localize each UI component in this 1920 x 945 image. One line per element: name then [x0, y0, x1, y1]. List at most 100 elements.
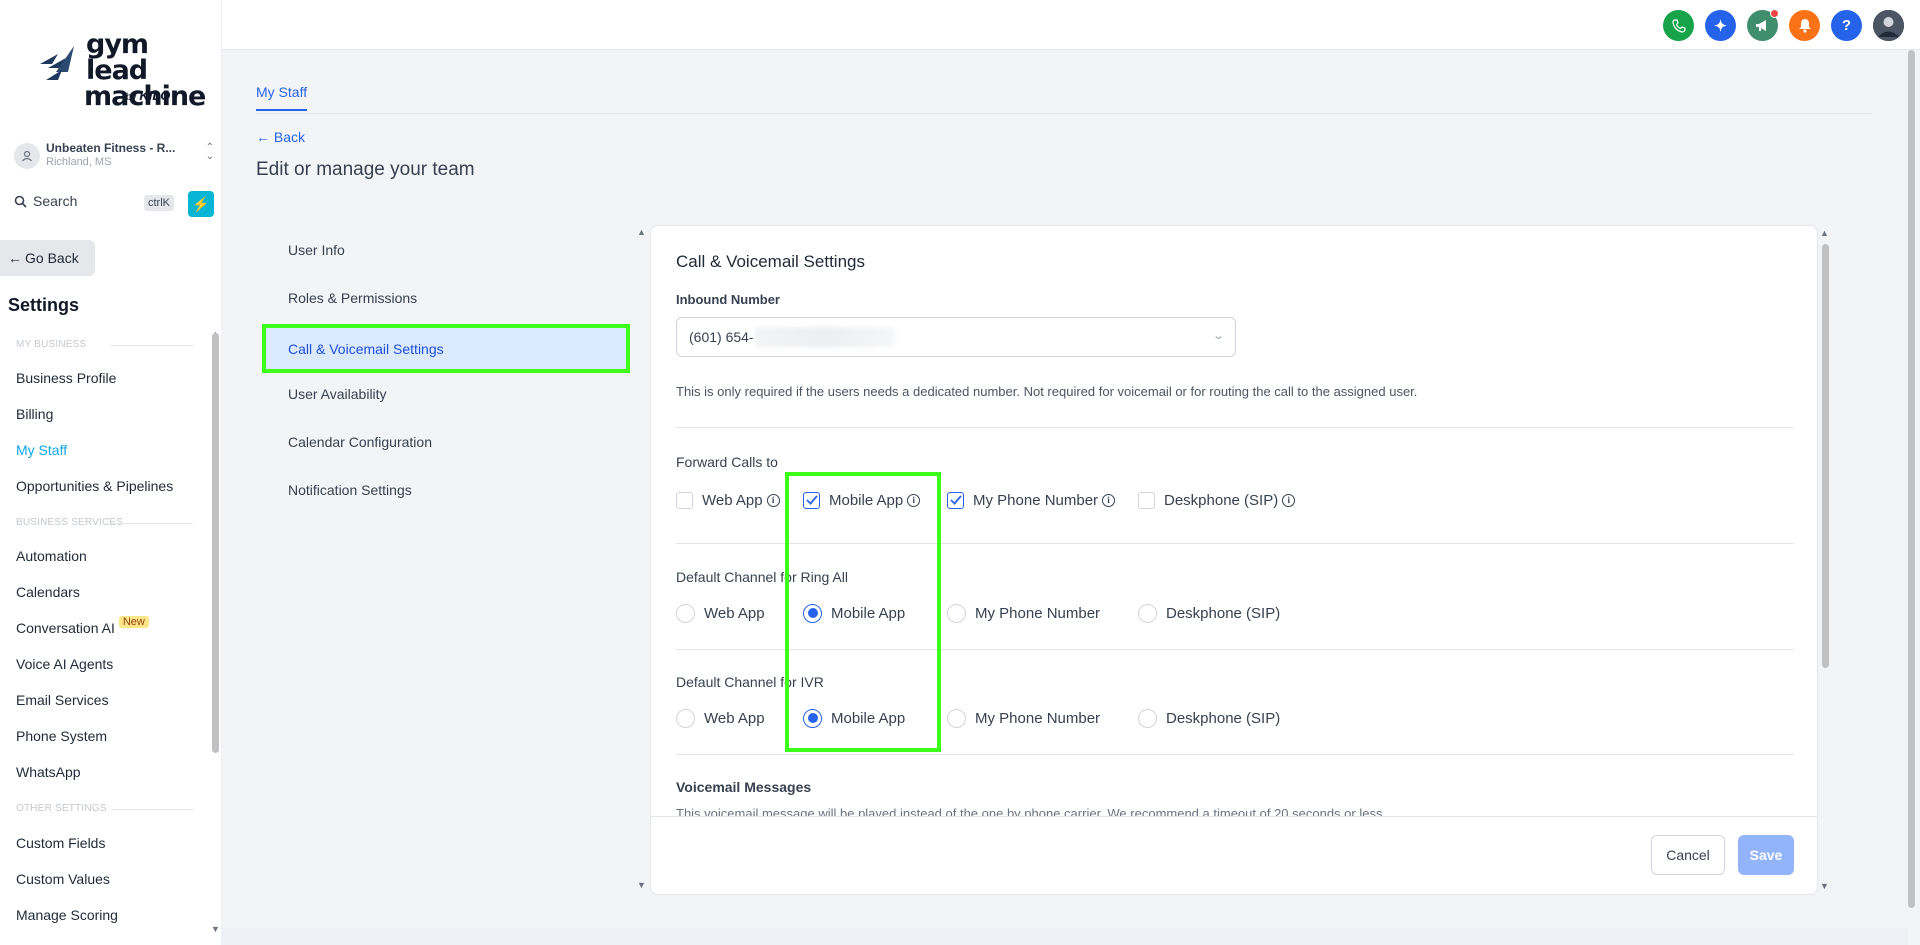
page-scrollbar[interactable]: [1908, 50, 1915, 908]
card-scrollbar[interactable]: [1822, 244, 1829, 668]
sidebar-item-conversation-ai[interactable]: Conversation AI New: [16, 616, 149, 636]
search-bar[interactable]: Search ctrlK ⚡: [14, 191, 216, 219]
info-icon[interactable]: i: [766, 493, 780, 507]
location-avatar-icon: [14, 143, 40, 169]
forward-mobile-app-checkbox[interactable]: Mobile App i: [803, 490, 921, 510]
search-shortcut: ctrlK: [144, 195, 174, 211]
cancel-button[interactable]: Cancel: [1651, 835, 1725, 875]
checkbox-unchecked: [1138, 491, 1155, 509]
logo-mark-icon: [40, 46, 74, 80]
sidebar-item-custom-fields[interactable]: Custom Fields: [16, 835, 105, 851]
nav-group-my-business: MY BUSINESS: [16, 339, 194, 350]
sidebar-item-automation[interactable]: Automation: [16, 548, 87, 564]
location-switcher[interactable]: Unbeaten Fitness - R... Richland, MS ⌃ ⌄: [14, 137, 214, 173]
ring-all-web-app-radio[interactable]: Web App: [676, 603, 765, 623]
divider: [676, 427, 1794, 428]
sidebar-item-email-services[interactable]: Email Services: [16, 692, 109, 708]
scroll-up-arrow-icon[interactable]: ▲: [1820, 228, 1829, 238]
location-name: Unbeaten Fitness - R...: [46, 141, 176, 155]
scroll-up-arrow-icon[interactable]: ▲: [637, 227, 646, 237]
chevron-down-icon: ⌄: [1211, 330, 1225, 342]
forward-calls-label: Forward Calls to: [676, 454, 778, 470]
divider: [676, 754, 1794, 755]
radio-unselected: [1138, 708, 1157, 728]
radio-unselected: [676, 708, 695, 728]
checkbox-checked-icon: [803, 491, 820, 509]
card-footer: Cancel Save: [651, 816, 1817, 894]
ivr-deskphone-sip-radio[interactable]: Deskphone (SIP): [1138, 708, 1280, 728]
help-icon[interactable]: ?: [1831, 10, 1862, 41]
ivr-mobile-app-radio[interactable]: Mobile App: [803, 708, 905, 728]
checkbox-unchecked: [676, 491, 693, 509]
subnav-calendar-configuration[interactable]: Calendar Configuration: [288, 434, 432, 450]
save-button[interactable]: Save: [1738, 835, 1794, 875]
info-icon[interactable]: i: [907, 493, 921, 507]
nav-group-other-settings: OTHER SETTINGS: [16, 803, 193, 814]
phone-icon[interactable]: [1663, 10, 1694, 41]
forward-deskphone-sip-checkbox[interactable]: Deskphone (SIP) i: [1138, 490, 1296, 510]
sidebar: gym lead machine by KILO Unbeaten Fitnes…: [0, 0, 222, 945]
radio-selected: [803, 603, 822, 623]
sidebar-item-manage-scoring[interactable]: Manage Scoring: [16, 907, 118, 923]
tab-my-staff[interactable]: My Staff: [256, 84, 308, 111]
subnav-user-info[interactable]: User Info: [288, 242, 345, 258]
quick-action-bolt-icon[interactable]: ⚡: [188, 191, 214, 217]
sidebar-item-phone-system[interactable]: Phone System: [16, 728, 107, 744]
call-voicemail-card: Call & Voicemail Settings Inbound Number…: [650, 225, 1818, 895]
card-title: Call & Voicemail Settings: [676, 252, 865, 271]
back-link[interactable]: ← Back: [256, 129, 305, 145]
sidebar-item-custom-values[interactable]: Custom Values: [16, 871, 110, 887]
ivr-my-phone-number-radio[interactable]: My Phone Number: [947, 708, 1100, 728]
page-title: Edit or manage your team: [256, 159, 475, 180]
info-icon[interactable]: i: [1282, 493, 1296, 507]
sidebar-item-opportunities[interactable]: Opportunities & Pipelines: [16, 478, 173, 494]
radio-unselected: [947, 603, 966, 623]
sparkle-icon[interactable]: ✦: [1705, 10, 1736, 41]
inbound-number-label: Inbound Number: [676, 292, 780, 307]
ring-all-my-phone-number-radio[interactable]: My Phone Number: [947, 603, 1100, 623]
radio-unselected: [1138, 603, 1157, 623]
inbound-number-value: (601) 654-: [689, 329, 754, 345]
inbound-number-select[interactable]: (601) 654- ⌄: [676, 317, 1236, 357]
sidebar-scrollbar[interactable]: [212, 333, 219, 753]
location-city: Richland, MS: [46, 156, 112, 168]
radio-unselected: [676, 603, 695, 623]
ivr-label: Default Channel for IVR: [676, 674, 824, 690]
forward-my-phone-number-checkbox[interactable]: My Phone Number i: [947, 490, 1116, 510]
notification-dot: [1770, 9, 1779, 18]
search-label: Search: [33, 193, 78, 209]
forward-web-app-checkbox[interactable]: Web App i: [676, 490, 780, 510]
avatar[interactable]: [1873, 10, 1904, 41]
subnav-roles-permissions[interactable]: Roles & Permissions: [288, 290, 417, 306]
subnav-call-voicemail-settings[interactable]: Call & Voicemail Settings: [262, 324, 630, 373]
sidebar-item-label: Conversation AI: [16, 620, 115, 636]
ring-all-label: Default Channel for Ring All: [676, 569, 848, 585]
bell-icon[interactable]: [1789, 10, 1820, 41]
subnav-user-availability[interactable]: User Availability: [288, 386, 387, 402]
voicemail-messages-label: Voicemail Messages: [676, 779, 812, 795]
sidebar-item-calendars[interactable]: Calendars: [16, 584, 80, 600]
arrow-left-icon: ←: [8, 250, 22, 266]
subnav-notification-settings[interactable]: Notification Settings: [288, 482, 412, 498]
chevron-updown-icon: ⌃ ⌄: [205, 142, 214, 162]
sidebar-item-business-profile[interactable]: Business Profile: [16, 370, 116, 386]
ring-all-mobile-app-radio[interactable]: Mobile App: [803, 603, 905, 623]
sidebar-item-billing[interactable]: Billing: [16, 406, 53, 422]
scroll-down-arrow-icon[interactable]: ▼: [211, 924, 220, 934]
top-bar: ✦ ?: [222, 0, 1920, 50]
sidebar-item-whatsapp[interactable]: WhatsApp: [16, 764, 81, 780]
ring-all-deskphone-sip-radio[interactable]: Deskphone (SIP): [1138, 603, 1280, 623]
sidebar-item-voice-ai-agents[interactable]: Voice AI Agents: [16, 656, 113, 672]
divider: [676, 649, 1794, 650]
info-icon[interactable]: i: [1102, 493, 1116, 507]
megaphone-icon[interactable]: [1747, 9, 1779, 41]
gym-lead-machine-logo[interactable]: gym lead machine by KILO: [38, 31, 206, 110]
nav-group-business-services: BUSINESS SERVICES: [16, 517, 194, 528]
scroll-down-arrow-icon[interactable]: ▼: [1820, 881, 1829, 891]
go-back-button[interactable]: ← Go Back: [0, 240, 95, 276]
arrow-left-icon: ←: [256, 129, 270, 145]
scroll-down-arrow-icon[interactable]: ▼: [637, 880, 646, 890]
sidebar-item-my-staff[interactable]: My Staff: [16, 442, 67, 458]
search-icon: [14, 195, 27, 208]
ivr-web-app-radio[interactable]: Web App: [676, 708, 765, 728]
